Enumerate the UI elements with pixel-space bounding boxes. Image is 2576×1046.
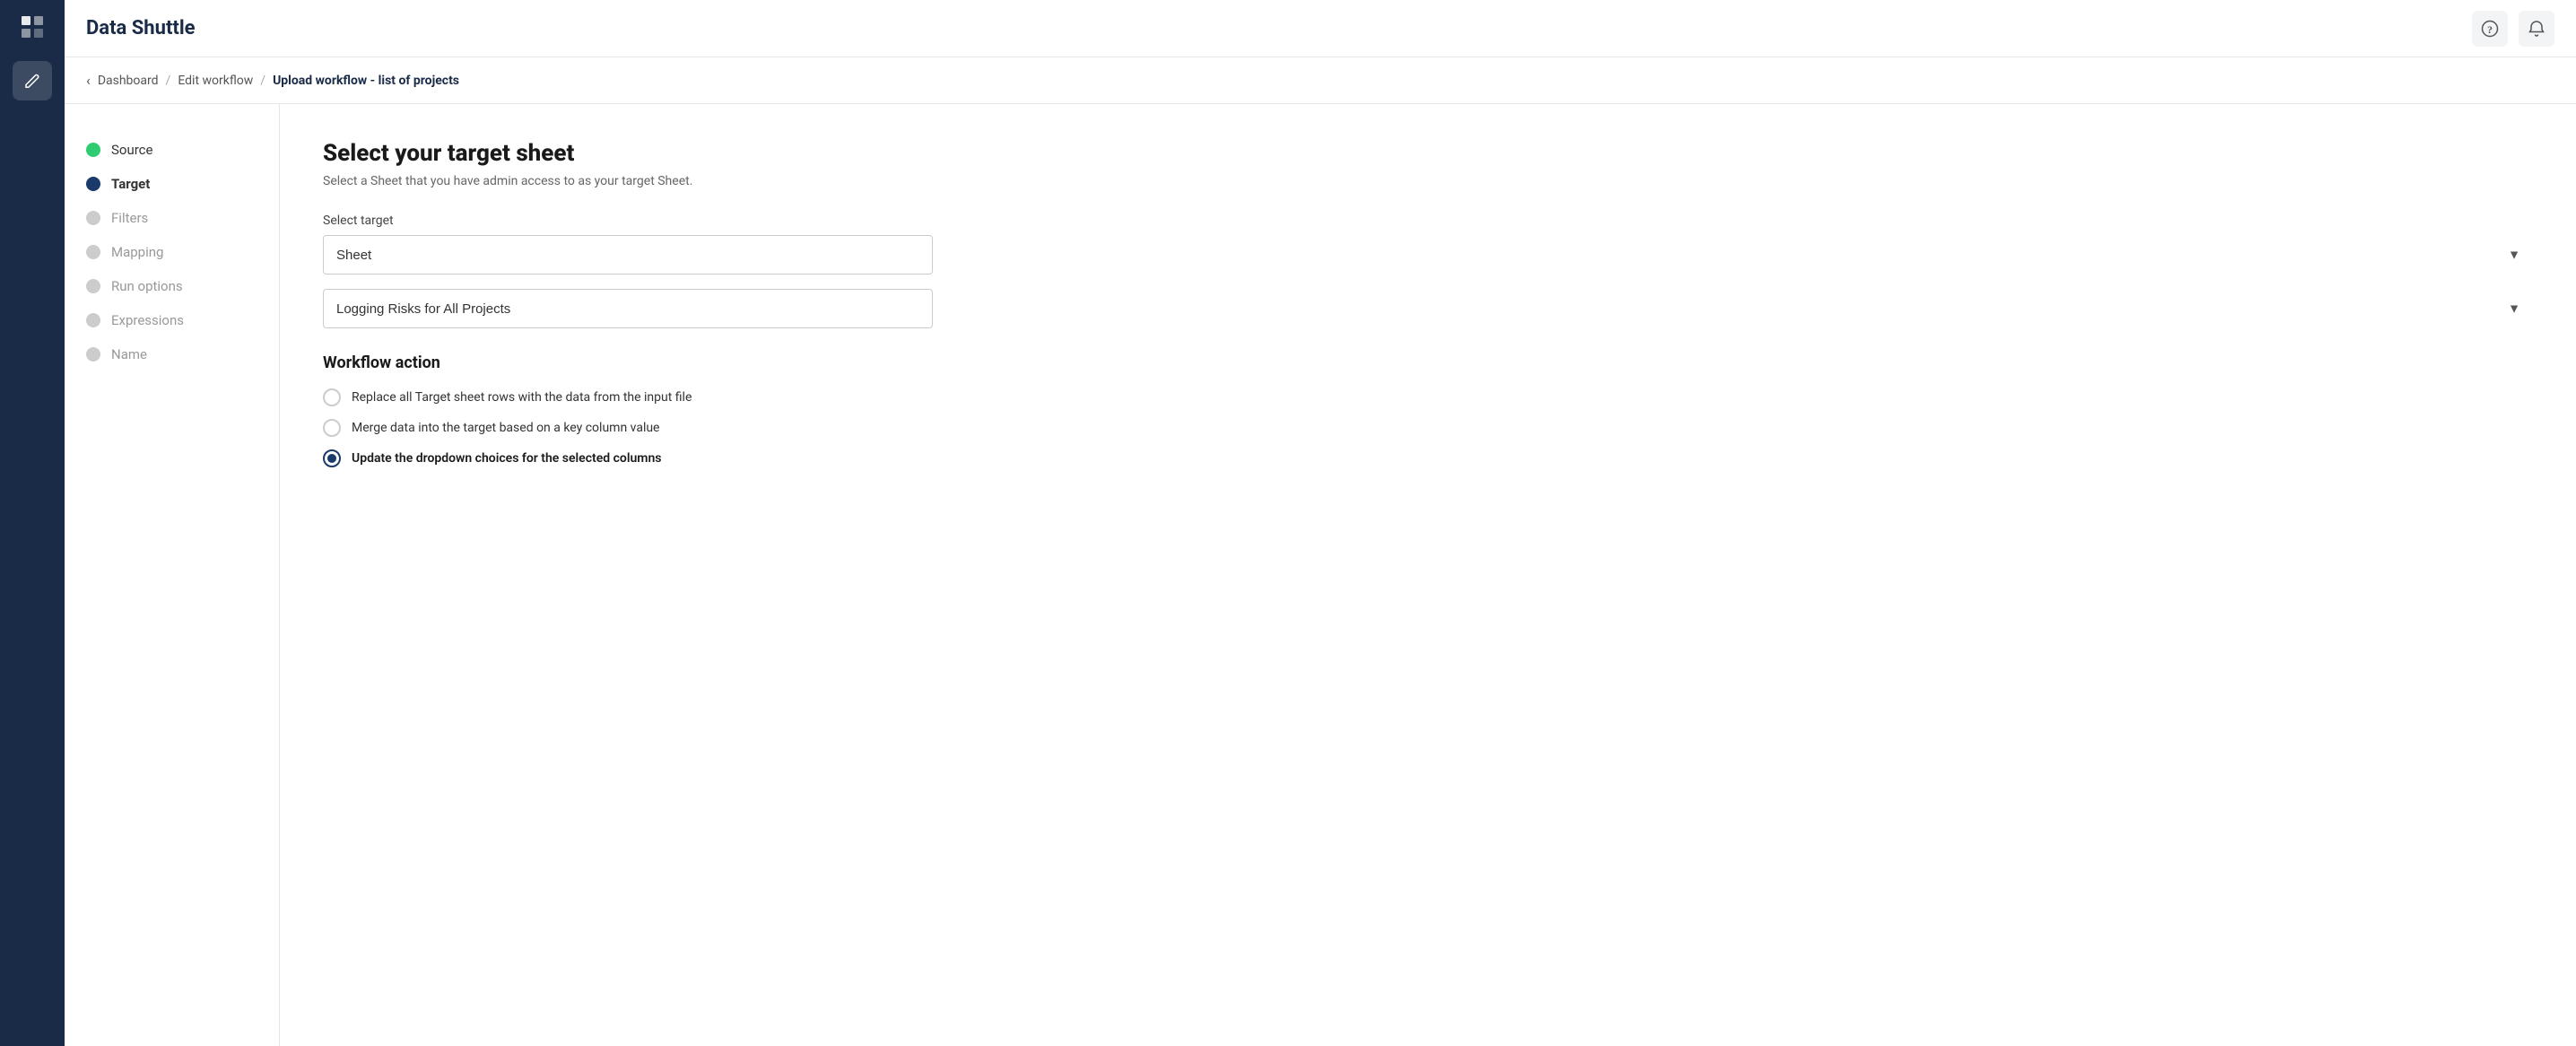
step-dot-expressions [86,313,100,327]
main-area: Data Shuttle ? ‹ Dashboard / Edit workfl… [65,0,2576,1046]
step-label-target: Target [111,176,150,192]
step-mapping[interactable]: Mapping [86,235,257,269]
app-title: Data Shuttle [86,17,196,39]
topbar: Data Shuttle ? [65,0,2576,57]
breadcrumb-bar: ‹ Dashboard / Edit workflow / Upload wor… [65,57,2576,104]
breadcrumb: ‹ Dashboard / Edit workflow / Upload wor… [86,72,459,89]
content-area: Source Target Filters Mapping Run option… [65,104,2576,1046]
step-dot-target [86,177,100,191]
step-source[interactable]: Source [86,133,257,167]
breadcrumb-current: Upload workflow - list of projects [273,74,459,88]
workflow-action-radio-group: Replace all Target sheet rows with the d… [323,388,2533,467]
step-filters[interactable]: Filters [86,201,257,235]
project-wrapper: Logging Risks for All Projects Other Pro… [323,289,2533,328]
radio-label-replace: Replace all Target sheet rows with the d… [352,390,692,405]
panel-subtitle: Select a Sheet that you have admin acces… [323,174,2533,188]
step-label-source: Source [111,142,152,158]
breadcrumb-dashboard[interactable]: Dashboard [98,74,159,88]
step-target[interactable]: Target [86,167,257,201]
step-label-mapping: Mapping [111,244,163,260]
step-name[interactable]: Name [86,337,257,371]
breadcrumb-edit-workflow[interactable]: Edit workflow [178,74,253,88]
select-target-label: Select target [323,214,2533,228]
radio-label-merge: Merge data into the target based on a ke… [352,421,660,435]
step-dot-run-options [86,279,100,293]
radio-replace[interactable]: Replace all Target sheet rows with the d… [323,388,2533,406]
step-label-name: Name [111,346,147,362]
breadcrumb-sep-2: / [260,74,265,88]
breadcrumb-back-arrow[interactable]: ‹ [86,72,91,89]
project-select[interactable]: Logging Risks for All Projects Other Pro… [323,289,933,328]
app-logo [16,11,48,43]
workflow-action-title: Workflow action [323,353,2533,372]
project-arrow: ▼ [2508,301,2520,317]
radio-circle-replace [323,388,341,406]
radio-circle-update-dropdown [323,449,341,467]
notification-button[interactable] [2519,11,2554,47]
step-dot-filters [86,211,100,225]
step-label-expressions: Expressions [111,312,184,328]
radio-merge[interactable]: Merge data into the target based on a ke… [323,419,2533,437]
main-panel: Select your target sheet Select a Sheet … [280,104,2576,1046]
step-expressions[interactable]: Expressions [86,303,257,337]
radio-circle-merge [323,419,341,437]
steps-sidebar: Source Target Filters Mapping Run option… [65,104,280,1046]
step-dot-name [86,347,100,362]
sheet-type-arrow: ▼ [2508,248,2520,263]
breadcrumb-sep-1: / [166,74,171,88]
topbar-actions: ? [2472,11,2554,47]
sheet-type-wrapper: Sheet Report Dashboard ▼ [323,235,2533,275]
radio-update-dropdown[interactable]: Update the dropdown choices for the sele… [323,449,2533,467]
step-run-options[interactable]: Run options [86,269,257,303]
help-button[interactable]: ? [2472,11,2508,47]
edit-icon-button[interactable] [13,61,52,100]
step-label-filters: Filters [111,210,148,226]
radio-label-update-dropdown: Update the dropdown choices for the sele… [352,451,661,466]
step-dot-mapping [86,245,100,259]
sheet-type-select[interactable]: Sheet Report Dashboard [323,235,933,275]
app-sidebar [0,0,65,1046]
svg-text:?: ? [2487,23,2493,36]
panel-title: Select your target sheet [323,140,2533,167]
step-label-run-options: Run options [111,278,183,294]
step-dot-source [86,143,100,157]
